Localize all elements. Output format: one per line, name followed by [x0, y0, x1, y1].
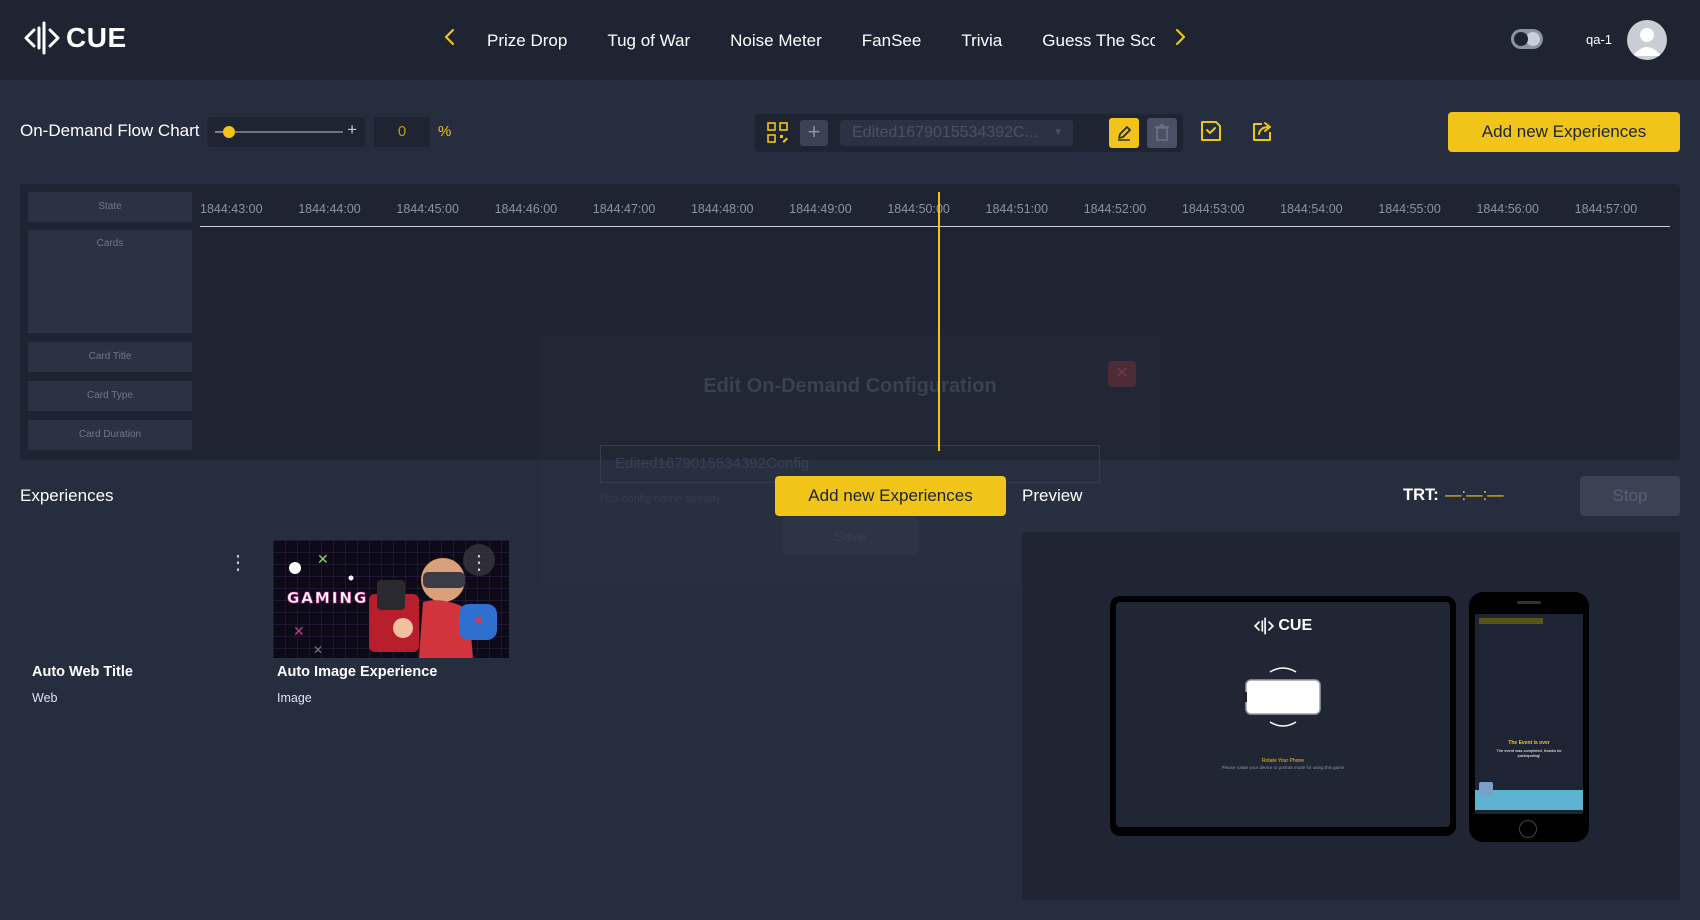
phone-home-button: [1519, 820, 1537, 838]
avatar[interactable]: [1627, 20, 1667, 60]
username: qa-1: [1586, 32, 1613, 47]
timeline-tick: 1844:45:00: [396, 202, 459, 216]
experience-type: Web: [32, 691, 58, 705]
experience-type: Image: [277, 691, 312, 705]
svg-text:✕: ✕: [293, 624, 305, 640]
svg-text:✕: ✕: [313, 643, 323, 657]
add-new-experiences-button[interactable]: Add new Experiences: [1448, 112, 1680, 152]
timeline-tick: 1844:54:00: [1280, 202, 1343, 216]
svg-text:GAMING: GAMING: [287, 589, 368, 607]
qr-code-icon[interactable]: [767, 122, 789, 144]
row-label-card-type: Card Type: [28, 381, 192, 411]
tab-noise-meter[interactable]: Noise Meter: [730, 26, 822, 56]
zoom-thumb[interactable]: [223, 126, 235, 138]
more-options-icon[interactable]: ⋮: [462, 546, 496, 580]
more-options-icon[interactable]: ⋮: [221, 546, 255, 580]
chevron-down-icon: ▼: [1053, 127, 1063, 138]
trt-label: TRT:: [1403, 486, 1439, 504]
experiences-title: Experiences: [20, 486, 114, 505]
tablet-heading: Rotate Your Phone: [1262, 758, 1304, 764]
config-select[interactable]: Edited1679015534392C... ▼: [840, 120, 1073, 146]
preview-title: Preview: [1022, 486, 1083, 505]
tablet-preview: CUE Rotate Your Phone Please rotate your…: [1110, 596, 1456, 836]
modal-title: Edit On-Demand Configuration: [703, 375, 997, 397]
stop-button[interactable]: Stop: [1580, 476, 1680, 516]
save-icon[interactable]: [1199, 119, 1223, 143]
top-nav-bar: CUE Prize Drop Tug of War Noise Meter FanSe…: [0, 0, 1700, 80]
logo-text: CUE: [66, 22, 127, 53]
tab-trivia[interactable]: Trivia: [961, 26, 1002, 56]
phone-speaker: [1517, 601, 1541, 604]
timeline-tick: 1844:52:00: [1083, 202, 1147, 216]
tablet-screen: CUE Rotate Your Phone Please rotate your…: [1116, 602, 1450, 827]
modal-hint: This config name already: [598, 493, 721, 505]
nav-next-arrow-icon[interactable]: [1168, 26, 1192, 54]
tablet-logo: CUE: [1116, 616, 1450, 636]
timeline-tick: 1844:49:00: [789, 202, 852, 216]
phone-text: The event was completed, thanks for part…: [1496, 748, 1562, 758]
row-label-card-duration: Card Duration: [28, 420, 192, 450]
playhead[interactable]: [938, 192, 940, 451]
edit-config-button[interactable]: [1109, 118, 1139, 148]
zoom-value-input[interactable]: 0: [374, 117, 430, 147]
experience-name: Auto Web Title: [32, 664, 133, 680]
share-icon[interactable]: [1250, 119, 1274, 143]
moon-icon: [1526, 32, 1540, 46]
phone-heading: The Event is over: [1508, 740, 1550, 746]
page-title: On-Demand Flow Chart: [20, 121, 200, 140]
zoom-unit: %: [438, 123, 452, 140]
zoom-in-button[interactable]: +: [347, 120, 357, 140]
zoom-track[interactable]: [223, 126, 343, 138]
timeline-axis: [200, 226, 1670, 227]
tab-fansee[interactable]: FanSee: [862, 26, 922, 56]
phone-preview: The Event is over The event was complete…: [1469, 592, 1589, 842]
row-label-cards: Cards: [28, 230, 192, 333]
experience-name: Auto Image Experience: [277, 664, 438, 680]
timeline-tick: 1844:43:00: [200, 202, 263, 216]
phone-header-bar: [1479, 618, 1543, 624]
phone-screen: The Event is over The event was complete…: [1475, 614, 1583, 814]
timeline-tick: 1844:48:00: [690, 202, 754, 216]
timeline-ticks: 1844:43:00 1844:44:00 1844:45:00 1844:46:00…: [200, 200, 1670, 218]
tab-prize-drop[interactable]: Prize Drop: [487, 26, 567, 56]
config-controls: + Edited1679015534392C... ▼: [755, 114, 1183, 152]
close-icon[interactable]: ✕: [1108, 361, 1136, 387]
row-label-state: State: [28, 192, 192, 222]
row-label-card-title: Card Title: [28, 342, 192, 372]
timeline-tick: 1844:56:00: [1476, 202, 1539, 216]
modal-save-button[interactable]: Save: [782, 517, 918, 555]
pencil-icon: [1118, 126, 1131, 141]
tab-guess-the-score[interactable]: Guess The Score: [1042, 26, 1155, 56]
preview-panel: CUE Rotate Your Phone Please rotate your…: [1022, 532, 1680, 900]
timeline-tick: 1844:50:00: [887, 202, 950, 216]
game-tabs: Prize Drop Tug of War Noise Meter FanSee Tri…: [487, 26, 1155, 56]
theme-toggle[interactable]: [1511, 29, 1543, 49]
tablet-logo-text: CUE: [1278, 617, 1313, 634]
timeline-tick: 1844:44:00: [298, 202, 361, 216]
timeline-tick: 1844:51:00: [985, 202, 1049, 216]
phone-badge: [1479, 782, 1493, 796]
tab-tug-of-war[interactable]: Tug of War: [607, 26, 690, 56]
user-icon: [1633, 28, 1661, 56]
tablet-text: Please rotate your device to portrait mo…: [1221, 765, 1345, 770]
nav-prev-arrow-icon[interactable]: [438, 26, 462, 54]
config-select-value: Edited1679015534392C...: [852, 124, 1038, 141]
add-new-experiences-button-secondary[interactable]: Add new Experiences: [775, 476, 1006, 516]
timeline-tick: 1844:47:00: [592, 202, 656, 216]
timeline-tick: 1844:57:00: [1574, 202, 1638, 216]
timeline-tick: 1844:55:00: [1378, 202, 1441, 216]
rotate-phone-icon: [1244, 667, 1321, 727]
cue-logo[interactable]: CUE: [24, 20, 127, 56]
delete-config-button[interactable]: [1147, 118, 1177, 148]
soundwave-logo-icon: [24, 21, 60, 55]
timeline-tick: 1844:53:00: [1181, 202, 1245, 216]
add-config-button[interactable]: +: [800, 120, 828, 146]
trt-value: —:—:—: [1445, 486, 1504, 504]
timeline-tick: 1844:46:00: [494, 202, 558, 216]
svg-text:✕: ✕: [317, 552, 329, 568]
soundwave-logo-icon: [1253, 617, 1274, 635]
zoom-slider[interactable]: – +: [207, 117, 365, 147]
trash-icon: [1155, 124, 1169, 141]
